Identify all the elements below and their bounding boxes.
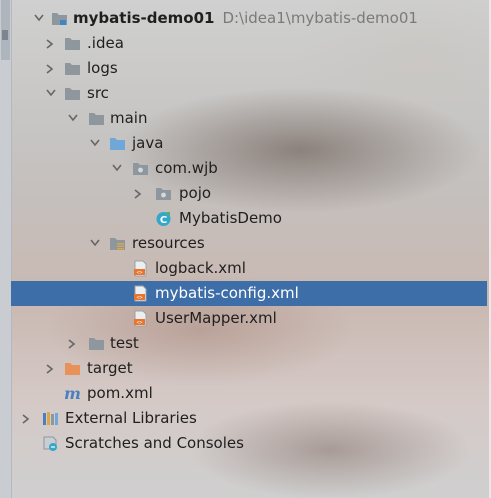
folder-icon — [88, 110, 105, 127]
folder-label-idea: .idea — [87, 34, 124, 52]
chevron-right-icon[interactable] — [19, 406, 35, 431]
tree-row-external-libraries[interactable]: External Libraries — [11, 406, 487, 431]
maven-icon: m — [64, 384, 81, 403]
chevron-right-icon[interactable] — [43, 31, 59, 56]
tree-row-target[interactable]: target — [11, 356, 487, 381]
chevron-down-icon[interactable] — [87, 131, 103, 156]
folder-icon — [64, 60, 81, 77]
xml-file-icon: <> — [132, 260, 149, 277]
folder-label-logs: logs — [87, 59, 118, 77]
file-label-user-mapper: UserMapper.xml — [155, 309, 277, 327]
svg-text:<>: <> — [136, 320, 142, 326]
chevron-down-icon[interactable] — [87, 231, 103, 256]
class-label-mybatis-demo: MybatisDemo — [179, 209, 282, 227]
chevron-down-icon[interactable] — [31, 6, 47, 31]
xml-file-icon: <> — [132, 285, 149, 302]
project-name: mybatis-demo01 D:\idea1\mybatis-demo01 — [73, 9, 418, 27]
resources-folder-icon — [109, 235, 126, 252]
tree-row-user-mapper[interactable]: <> UserMapper.xml — [11, 306, 487, 331]
module-folder-icon — [51, 10, 68, 27]
folder-icon — [64, 85, 81, 102]
external-libraries-label: External Libraries — [65, 409, 197, 427]
package-label-pojo: pojo — [179, 184, 212, 202]
tree-row-logback[interactable]: <> logback.xml — [11, 256, 487, 281]
project-tab-marker — [2, 30, 8, 40]
chevron-down-icon[interactable] — [109, 156, 125, 181]
package-icon — [155, 185, 172, 202]
project-path: D:\idea1\mybatis-demo01 — [222, 9, 418, 27]
folder-label-java: java — [132, 134, 164, 152]
folder-icon — [64, 35, 81, 52]
tree-row-test[interactable]: test — [11, 331, 487, 356]
folder-label-target: target — [87, 359, 133, 377]
scratches-icon — [42, 435, 59, 452]
tree-row-main[interactable]: main — [11, 106, 487, 131]
folder-icon — [88, 335, 105, 352]
file-label-pom: pom.xml — [87, 384, 153, 402]
tree-row-logs[interactable]: logs — [11, 56, 487, 81]
chevron-right-icon[interactable] — [43, 356, 59, 381]
tree-row-resources[interactable]: resources — [11, 231, 487, 256]
chevron-right-icon[interactable] — [43, 56, 59, 81]
folder-label-src: src — [87, 84, 109, 102]
svg-text:C: C — [160, 215, 167, 226]
tree-row-java[interactable]: java — [11, 131, 487, 156]
chevron-right-icon[interactable] — [131, 181, 147, 206]
tree-row-src[interactable]: src — [11, 81, 487, 106]
package-label: com.wjb — [155, 159, 218, 177]
tree-row-mybatis-config[interactable]: <> mybatis-config.xml — [11, 281, 487, 306]
folder-label-main: main — [110, 109, 148, 127]
folder-label-test: test — [110, 334, 139, 352]
tree-row-idea[interactable]: .idea — [11, 31, 487, 56]
tree-row-pom[interactable]: m pom.xml — [11, 381, 487, 406]
tree-row-package[interactable]: com.wjb — [11, 156, 487, 181]
file-label-logback: logback.xml — [155, 259, 246, 277]
java-class-icon: C — [155, 210, 172, 227]
folder-label-resources: resources — [132, 234, 205, 252]
package-icon — [132, 160, 149, 177]
tree-row-mybatis-demo[interactable]: C MybatisDemo — [11, 206, 487, 231]
file-label-mybatis-config: mybatis-config.xml — [155, 284, 299, 302]
chevron-right-icon[interactable] — [65, 331, 81, 356]
project-tree: mybatis-demo01 D:\idea1\mybatis-demo01 .i… — [11, 6, 487, 456]
chevron-down-icon[interactable] — [65, 106, 81, 131]
svg-text:m: m — [64, 385, 81, 402]
xml-file-icon: <> — [132, 310, 149, 327]
tree-row-pojo[interactable]: pojo — [11, 181, 487, 206]
library-icon — [42, 410, 59, 427]
svg-text:<>: <> — [136, 270, 142, 276]
scratches-label: Scratches and Consoles — [65, 434, 244, 452]
tree-row-project-root[interactable]: mybatis-demo01 D:\idea1\mybatis-demo01 — [11, 6, 487, 31]
chevron-down-icon[interactable] — [43, 81, 59, 106]
tree-row-scratches[interactable]: Scratches and Consoles — [11, 431, 487, 456]
source-folder-icon — [109, 135, 126, 152]
svg-text:<>: <> — [136, 295, 142, 301]
excluded-folder-icon — [64, 360, 81, 377]
